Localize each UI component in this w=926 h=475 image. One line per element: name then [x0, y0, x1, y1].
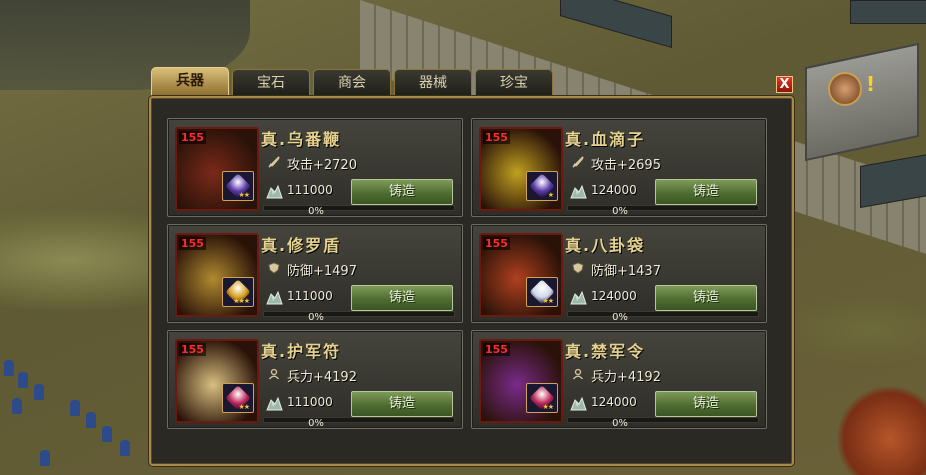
item-name: 真.血滴子 — [565, 130, 646, 149]
npc-avatar[interactable] — [828, 72, 862, 106]
forge-cost: 124000 — [591, 183, 637, 197]
item-stat: 攻击+2695 — [591, 158, 661, 173]
soldier-unit — [4, 360, 14, 376]
item-stat: 防御+1437 — [591, 264, 661, 279]
sword-icon — [268, 156, 280, 168]
forge-button[interactable]: 铸造 — [351, 391, 453, 417]
ore-icon — [570, 290, 587, 305]
forge-button[interactable]: 铸造 — [351, 285, 453, 311]
forge-progress-text: 0% — [612, 312, 628, 323]
soldier-unit — [18, 372, 28, 388]
star-rating: ★★ — [542, 297, 554, 305]
item-name: 真.护军符 — [261, 342, 342, 361]
tab-weapons[interactable]: 兵器 — [151, 67, 229, 97]
item-name: 真.禁军令 — [565, 342, 646, 361]
sword-icon — [572, 156, 584, 168]
item-card: 155 ★★ 真.护军符 兵力+4192 111000 铸造 0% — [167, 330, 463, 429]
soldier-unit — [12, 398, 22, 414]
quest-alert-icon[interactable]: ! — [866, 74, 875, 94]
soldier-icon — [572, 368, 584, 380]
item-portrait[interactable]: 155 ★★★ — [175, 233, 259, 317]
item-card: 155 ★ 真.血滴子 攻击+2695 124000 铸造 0% — [471, 118, 767, 217]
item-level-badge: 155 — [483, 343, 510, 356]
forge-cost: 111000 — [287, 395, 333, 409]
soldier-unit — [70, 400, 80, 416]
forge-progress-text: 0% — [612, 206, 628, 217]
item-stat: 兵力+4192 — [591, 370, 661, 385]
soldier-icon — [268, 368, 280, 380]
soldier-unit — [34, 384, 44, 400]
ore-icon — [570, 396, 587, 411]
item-level-badge: 155 — [483, 237, 510, 250]
item-stat: 攻击+2720 — [287, 158, 357, 173]
close-button[interactable]: X — [776, 76, 793, 93]
ore-icon — [570, 184, 587, 199]
tab-equipment[interactable]: 器械 — [394, 69, 472, 96]
item-level-badge: 155 — [483, 131, 510, 144]
star-rating: ★★ — [238, 403, 250, 411]
item-card: 155 ★★★ 真.修罗盾 防御+1497 111000 铸造 0% — [167, 224, 463, 323]
shield-icon — [268, 262, 280, 274]
item-portrait[interactable]: 155 ★★ — [175, 127, 259, 211]
item-portrait[interactable]: 155 ★★ — [479, 233, 563, 317]
forge-button[interactable]: 铸造 — [655, 179, 757, 205]
soldier-unit — [86, 412, 96, 428]
item-level-badge: 155 — [179, 131, 206, 144]
gem-socket[interactable]: ★ — [526, 171, 558, 201]
ore-icon — [266, 396, 283, 411]
tab-guild[interactable]: 商会 — [313, 69, 391, 96]
ore-icon — [266, 184, 283, 199]
forge-button[interactable]: 铸造 — [655, 391, 757, 417]
item-portrait[interactable]: 155 ★★ — [479, 339, 563, 423]
tab-gems[interactable]: 宝石 — [232, 69, 310, 96]
soldier-unit — [102, 426, 112, 442]
forge-cost: 111000 — [287, 289, 333, 303]
item-level-badge: 155 — [179, 237, 206, 250]
shield-icon — [572, 262, 584, 274]
item-name: 真.修罗盾 — [261, 236, 342, 255]
item-name: 真.八卦袋 — [565, 236, 646, 255]
soldier-unit — [120, 440, 130, 456]
item-stat: 防御+1497 — [287, 264, 357, 279]
forge-cost: 124000 — [591, 289, 637, 303]
forge-progress-text: 0% — [612, 418, 628, 429]
gem-socket[interactable]: ★★★ — [222, 277, 254, 307]
star-rating: ★★ — [238, 191, 250, 199]
forge-button[interactable]: 铸造 — [655, 285, 757, 311]
ore-icon — [266, 290, 283, 305]
soldier-unit — [40, 450, 50, 466]
forge-progress-text: 0% — [308, 418, 324, 429]
star-rating: ★ — [547, 191, 554, 199]
item-card: 155 ★★ 真.乌番鞭 攻击+2720 111000 铸造 0% — [167, 118, 463, 217]
forge-progress-text: 0% — [308, 312, 324, 323]
autumn-tree — [836, 385, 926, 475]
building-roof — [850, 0, 926, 24]
tab-treasures[interactable]: 珍宝 — [475, 69, 553, 96]
item-card: 155 ★★ 真.禁军令 兵力+4192 124000 铸造 0% — [471, 330, 767, 429]
forge-cost: 124000 — [591, 395, 637, 409]
star-rating: ★★ — [542, 403, 554, 411]
forge-button[interactable]: 铸造 — [351, 179, 453, 205]
gem-socket[interactable]: ★★ — [222, 171, 254, 201]
forge-cost: 111000 — [287, 183, 333, 197]
forge-progress-text: 0% — [308, 206, 324, 217]
gem-socket[interactable]: ★★ — [526, 383, 558, 413]
item-portrait[interactable]: 155 ★ — [479, 127, 563, 211]
item-stat: 兵力+4192 — [287, 370, 357, 385]
gem-socket[interactable]: ★★ — [222, 383, 254, 413]
item-level-badge: 155 — [179, 343, 206, 356]
item-name: 真.乌番鞭 — [261, 130, 342, 149]
item-card: 155 ★★ 真.八卦袋 防御+1437 124000 铸造 0% — [471, 224, 767, 323]
gem-socket[interactable]: ★★ — [526, 277, 558, 307]
star-rating: ★★★ — [233, 297, 250, 305]
item-portrait[interactable]: 155 ★★ — [175, 339, 259, 423]
